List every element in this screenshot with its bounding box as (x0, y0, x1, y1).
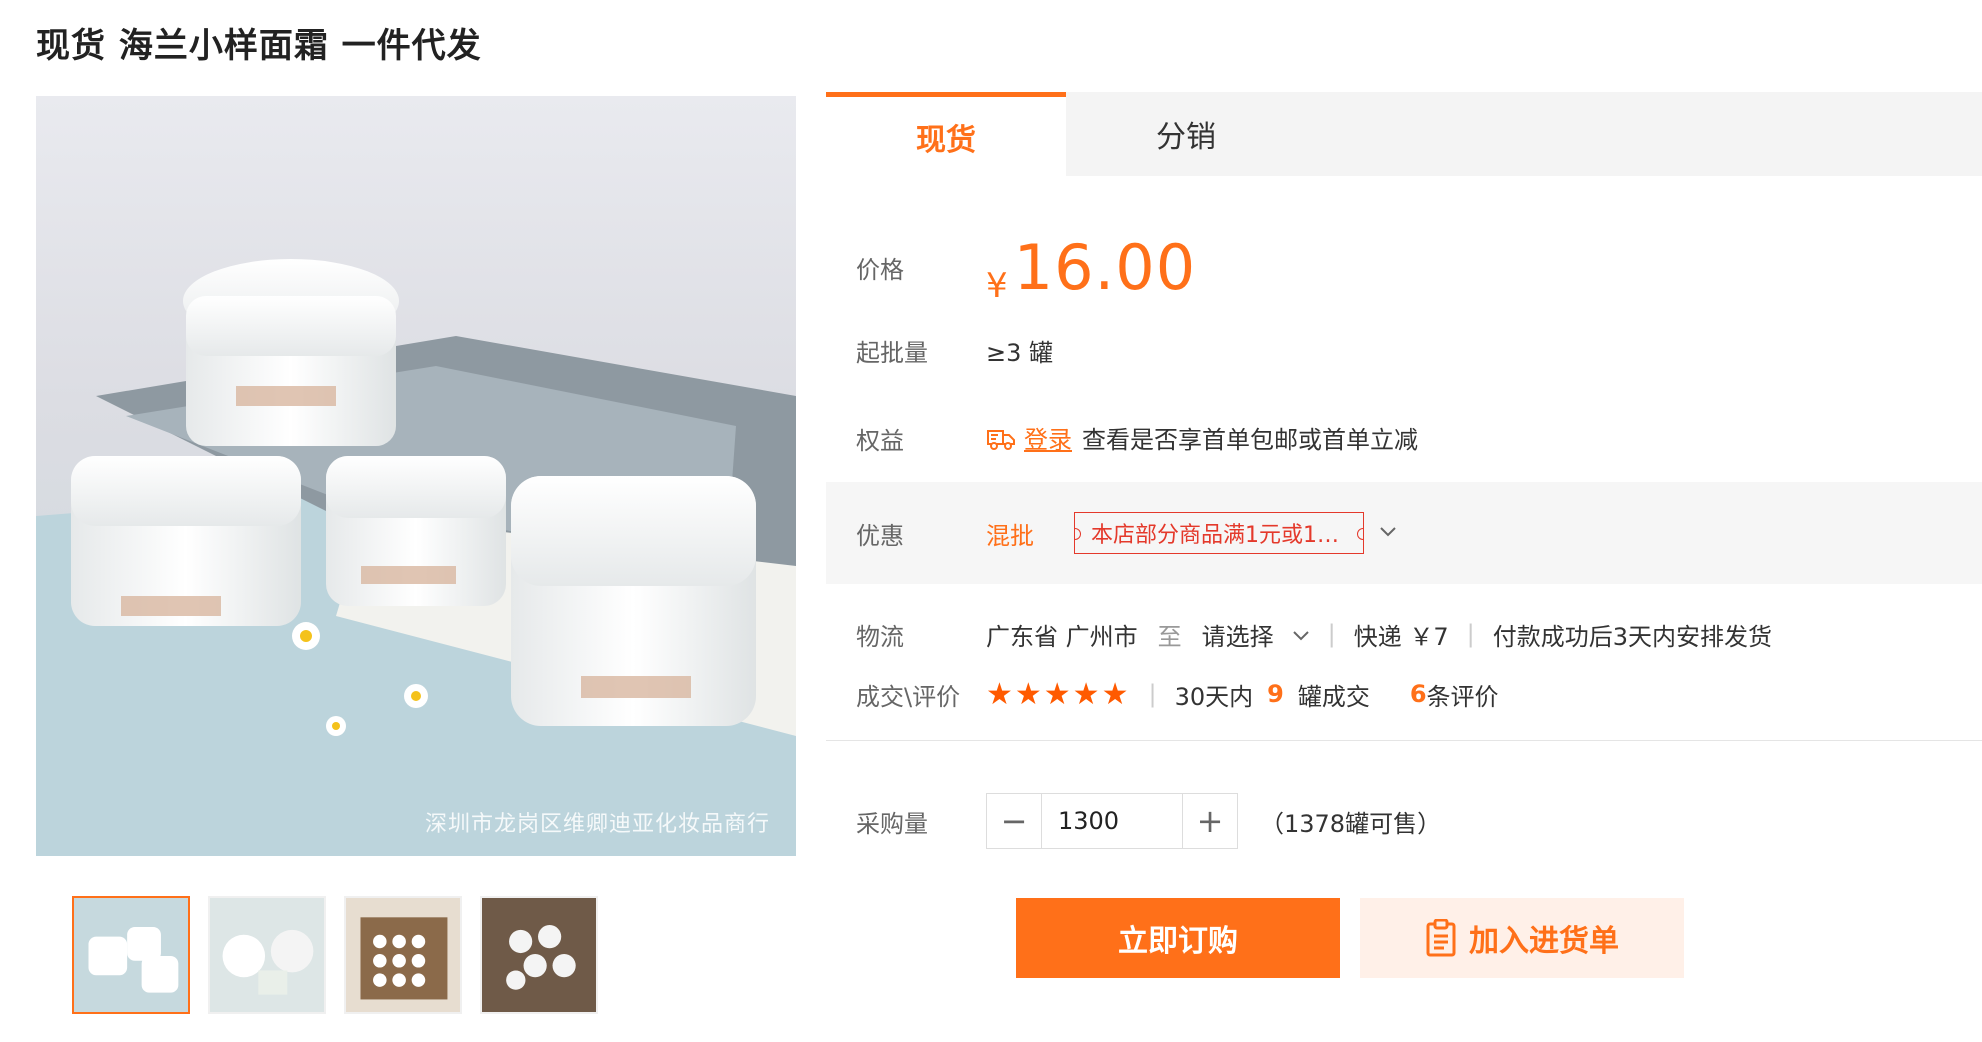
section-divider (826, 740, 1982, 741)
benefit-row: 权益 登录 查看是否享首单包邮或首单立减 (826, 418, 1982, 458)
ship-note: 付款成功后3天内安排发货 (1492, 622, 1773, 651)
add-to-cart-label: 加入进货单 (1469, 925, 1619, 958)
quantity-row: 采购量 − + （1378罐可售） (826, 792, 1982, 850)
product-photo (36, 96, 796, 856)
logistics-label: 物流 (856, 622, 904, 651)
price-row: 价格 ¥16.00 (826, 230, 1982, 306)
thumbnail-1[interactable] (72, 896, 190, 1014)
benefit-text: 查看是否享首单包邮或首单立减 (1082, 425, 1418, 454)
login-link[interactable]: 登录 (1024, 426, 1072, 454)
add-to-cart-button[interactable]: 加入进货单 (1360, 898, 1684, 978)
trade-label: 成交\评价 (856, 682, 961, 711)
rating-stars: ★★★★★ (986, 676, 1131, 712)
destination-chevron-icon[interactable] (1292, 620, 1310, 648)
coupon-badge[interactable]: 本店部分商品满1元或1… (1074, 512, 1364, 554)
logistics-row: 物流 广东省 广州市 至 请选择 | 快递 ￥7 | 付款成功后3天内安排发货 (826, 614, 1982, 654)
thumbnail-3[interactable] (344, 896, 462, 1014)
thumbnail-2[interactable] (208, 896, 326, 1014)
quantity-input[interactable] (1041, 794, 1183, 848)
mixed-batch-tag: 混批 (986, 521, 1034, 550)
review-count[interactable]: 6 (1410, 680, 1427, 708)
truck-icon (986, 425, 1016, 457)
decrement-button[interactable]: − (987, 794, 1041, 848)
tab-distribution[interactable]: 分销 (1066, 92, 1306, 176)
benefit-label: 权益 (856, 426, 904, 455)
thumbnail-4[interactable] (480, 896, 598, 1014)
divider: | (1327, 620, 1336, 648)
trade-suffix: 罐成交 (1297, 682, 1370, 711)
increment-button[interactable]: + (1183, 794, 1237, 848)
quantity-label: 采购量 (856, 809, 928, 838)
product-title: 现货 海兰小样面霜 一件代发 (36, 26, 482, 66)
divider: | (1148, 680, 1157, 708)
buy-now-button[interactable]: 立即订购 (1016, 898, 1340, 978)
currency-symbol: ¥ (986, 265, 1008, 306)
price-value: 16.00 (1013, 230, 1197, 304)
review-suffix[interactable]: 条评价 (1427, 677, 1499, 712)
trade-row: 成交\评价 ★★★★★ | 30天内 9 罐成交 6 条评价 (826, 672, 1982, 716)
promo-label: 优惠 (856, 521, 904, 550)
divider: | (1466, 620, 1475, 648)
chevron-down-icon[interactable] (1378, 524, 1398, 543)
trade-count: 9 (1267, 680, 1284, 708)
ship-origin: 广东省 广州市 (986, 622, 1138, 651)
price-label: 价格 (856, 255, 904, 284)
trade-prefix: 30天内 (1174, 682, 1254, 711)
image-watermark: 深圳市龙岗区维卿迪亚化妆品商行 (424, 812, 770, 837)
sale-mode-tabs: 现货 分销 (826, 92, 1982, 176)
moq-row: 起批量 ≥3 罐 (826, 330, 1982, 370)
tab-spot[interactable]: 现货 (826, 92, 1066, 176)
available-stock: （1378罐可售） (1260, 809, 1442, 838)
promo-row: 优惠 混批 本店部分商品满1元或1… (826, 482, 1982, 584)
moq-value: ≥3 罐 (986, 338, 1054, 367)
main-product-image[interactable]: 深圳市龙岗区维卿迪亚化妆品商行 (36, 96, 796, 856)
thumbnail-strip (72, 896, 598, 1014)
destination-select[interactable]: 请选择 (1202, 617, 1274, 652)
clipboard-icon (1426, 919, 1456, 957)
ship-to-word: 至 (1157, 622, 1182, 651)
moq-label: 起批量 (856, 338, 928, 367)
express-fee: 快递 ￥7 (1353, 622, 1449, 651)
quantity-stepper: − + (986, 793, 1238, 849)
